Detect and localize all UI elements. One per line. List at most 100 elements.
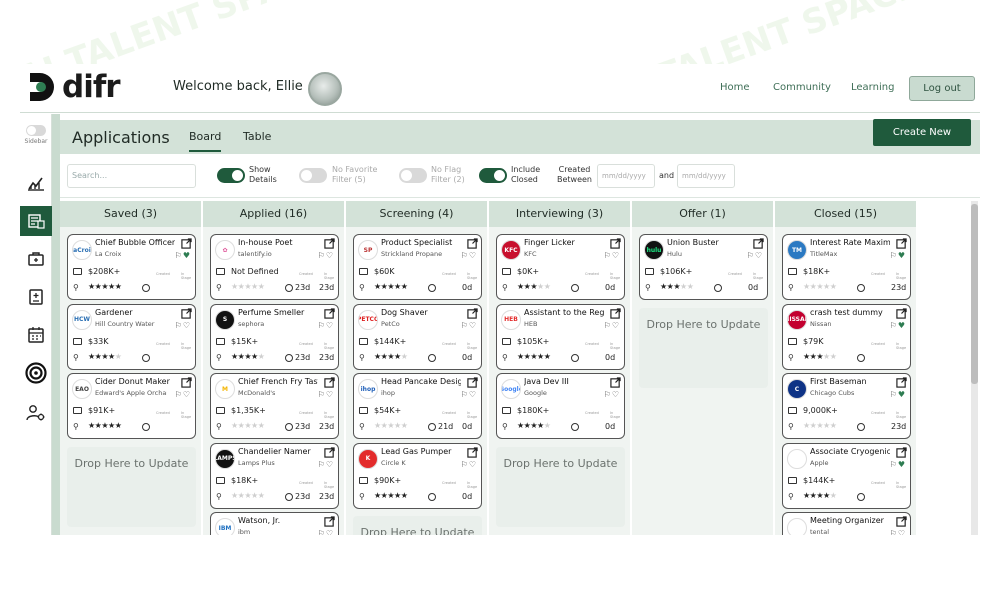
heart-icon[interactable]: ♡: [469, 251, 477, 260]
star-icon[interactable]: ★: [387, 282, 394, 291]
star-icon[interactable]: ★: [258, 491, 265, 500]
open-external-icon[interactable]: [467, 238, 478, 249]
star-icon[interactable]: ★: [401, 491, 408, 500]
flag-icon[interactable]: ⚐: [318, 321, 326, 330]
flag-icon[interactable]: ⚐: [318, 251, 326, 260]
star-icon[interactable]: ★: [251, 282, 258, 291]
star-icon[interactable]: ★: [823, 491, 830, 500]
star-icon[interactable]: ★: [387, 491, 394, 500]
open-external-icon[interactable]: [896, 238, 907, 249]
open-external-icon[interactable]: [610, 307, 621, 319]
sidebar-item-analytics[interactable]: [20, 168, 52, 198]
heart-icon[interactable]: ♡: [469, 321, 477, 330]
sidebar-item-goals[interactable]: [20, 358, 52, 388]
star-rating[interactable]: ★★★★★: [231, 352, 265, 361]
flag-icon[interactable]: ⚐: [890, 390, 898, 399]
star-icon[interactable]: ★: [387, 352, 394, 361]
flag-icon[interactable]: ⚐: [461, 321, 469, 330]
star-icon[interactable]: ★: [803, 421, 810, 430]
star-icon[interactable]: ★: [374, 421, 381, 430]
star-icon[interactable]: ★: [244, 282, 251, 291]
flag-icon[interactable]: ⚐: [175, 321, 183, 330]
heart-icon[interactable]: ♡: [755, 251, 763, 260]
open-external-icon[interactable]: [753, 238, 764, 249]
flag-icon[interactable]: ⚐: [461, 251, 469, 260]
star-rating[interactable]: ★★★★★: [88, 352, 122, 361]
star-icon[interactable]: ★: [394, 421, 401, 430]
show-details-toggle[interactable]: [217, 168, 245, 183]
star-icon[interactable]: ★: [101, 352, 108, 361]
board-scrollbar-thumb[interactable]: [971, 204, 978, 384]
star-icon[interactable]: ★: [816, 352, 823, 361]
star-icon[interactable]: ★: [816, 421, 823, 430]
open-external-icon[interactable]: [324, 238, 335, 249]
open-external-icon[interactable]: [467, 377, 478, 388]
star-icon[interactable]: ★: [394, 491, 401, 500]
no-favorite-toggle[interactable]: [299, 168, 327, 183]
star-icon[interactable]: ★: [244, 352, 251, 361]
star-icon[interactable]: ★: [401, 282, 408, 291]
heart-icon[interactable]: ♡: [469, 460, 477, 469]
star-icon[interactable]: ★: [401, 352, 408, 361]
drop-zone[interactable]: Drop Here to Update: [67, 446, 196, 527]
sidebar-item-calendar[interactable]: [20, 320, 52, 350]
star-icon[interactable]: ★: [823, 352, 830, 361]
application-card[interactable]: C First Baseman Chicago Cubs ⚐♥ 9,000K+ Creat…: [782, 373, 911, 439]
heart-icon[interactable]: ♡: [326, 251, 334, 260]
application-card[interactable]: GoogleJava Dev IIIGoogle⚐♡$180K+CreatedI…: [496, 373, 625, 439]
star-icon[interactable]: ★: [830, 421, 837, 430]
star-icon[interactable]: ★: [517, 352, 524, 361]
heart-icon[interactable]: ♡: [469, 390, 477, 399]
star-icon[interactable]: ★: [115, 421, 122, 430]
application-card[interactable]: Meeting Organizertental⚐♡CreatedIn Stage…: [782, 512, 911, 535]
open-external-icon[interactable]: [896, 516, 907, 527]
flag-icon[interactable]: ⚐: [890, 251, 898, 260]
application-card[interactable]: K Lead Gas Pumper Circle K ⚐♡ $90K+ Created In…: [353, 442, 482, 509]
heart-icon[interactable]: ♥: [898, 251, 906, 260]
star-icon[interactable]: ★: [231, 352, 238, 361]
star-icon[interactable]: ★: [816, 282, 823, 291]
star-icon[interactable]: ★: [374, 352, 381, 361]
sidebar-item-documents[interactable]: [20, 282, 52, 312]
star-icon[interactable]: ★: [88, 282, 95, 291]
avatar[interactable]: [308, 72, 342, 106]
heart-icon[interactable]: ♥: [898, 321, 906, 330]
heart-icon[interactable]: ♡: [183, 321, 191, 330]
star-icon[interactable]: ★: [830, 491, 837, 500]
application-card[interactable]: SP Product Specialist Strickland Propane ⚐♡…: [353, 234, 482, 300]
nav-home[interactable]: Home: [720, 82, 750, 93]
star-icon[interactable]: ★: [530, 352, 537, 361]
flag-icon[interactable]: ⚐: [318, 460, 326, 469]
star-icon[interactable]: ★: [374, 491, 381, 500]
star-icon[interactable]: ★: [258, 352, 265, 361]
star-icon[interactable]: ★: [88, 421, 95, 430]
flag-icon[interactable]: ⚐: [318, 529, 326, 535]
heart-icon[interactable]: ♡: [326, 529, 334, 535]
heart-icon[interactable]: ♡: [898, 529, 906, 535]
star-icon[interactable]: ★: [374, 282, 381, 291]
application-card[interactable]: TMInterest Rate Maximizer TitleMax ⚐♥ $18K+…: [782, 234, 911, 300]
star-rating[interactable]: ★★★★★: [231, 421, 265, 430]
application-card[interactable]: hulu Union Buster Hulu ⚐♡ $106K+ Created In St…: [639, 234, 768, 300]
open-external-icon[interactable]: [896, 377, 907, 388]
star-icon[interactable]: ★: [115, 282, 122, 291]
star-icon[interactable]: ★: [244, 421, 251, 430]
flag-icon[interactable]: ⚐: [318, 390, 326, 399]
star-rating[interactable]: ★★★★★: [374, 491, 408, 500]
heart-icon[interactable]: ♥: [898, 390, 906, 399]
search-input[interactable]: Search...: [67, 164, 196, 188]
open-external-icon[interactable]: [324, 516, 335, 527]
heart-icon[interactable]: ♡: [612, 390, 620, 399]
sidebar-item-jobs[interactable]: [20, 244, 52, 274]
star-rating[interactable]: ★★★★★: [374, 282, 408, 291]
heart-icon[interactable]: ♡: [326, 390, 334, 399]
open-external-icon[interactable]: [181, 307, 192, 319]
star-icon[interactable]: ★: [673, 282, 680, 291]
application-card[interactable]: ✿ In-house Poet talentify.io ⚐♡ Not Defined C…: [210, 234, 339, 300]
star-icon[interactable]: ★: [803, 491, 810, 500]
star-icon[interactable]: ★: [231, 491, 238, 500]
star-icon[interactable]: ★: [108, 352, 115, 361]
logout-button[interactable]: Log out: [909, 76, 975, 101]
flag-icon[interactable]: ⚐: [461, 390, 469, 399]
star-icon[interactable]: ★: [517, 421, 524, 430]
